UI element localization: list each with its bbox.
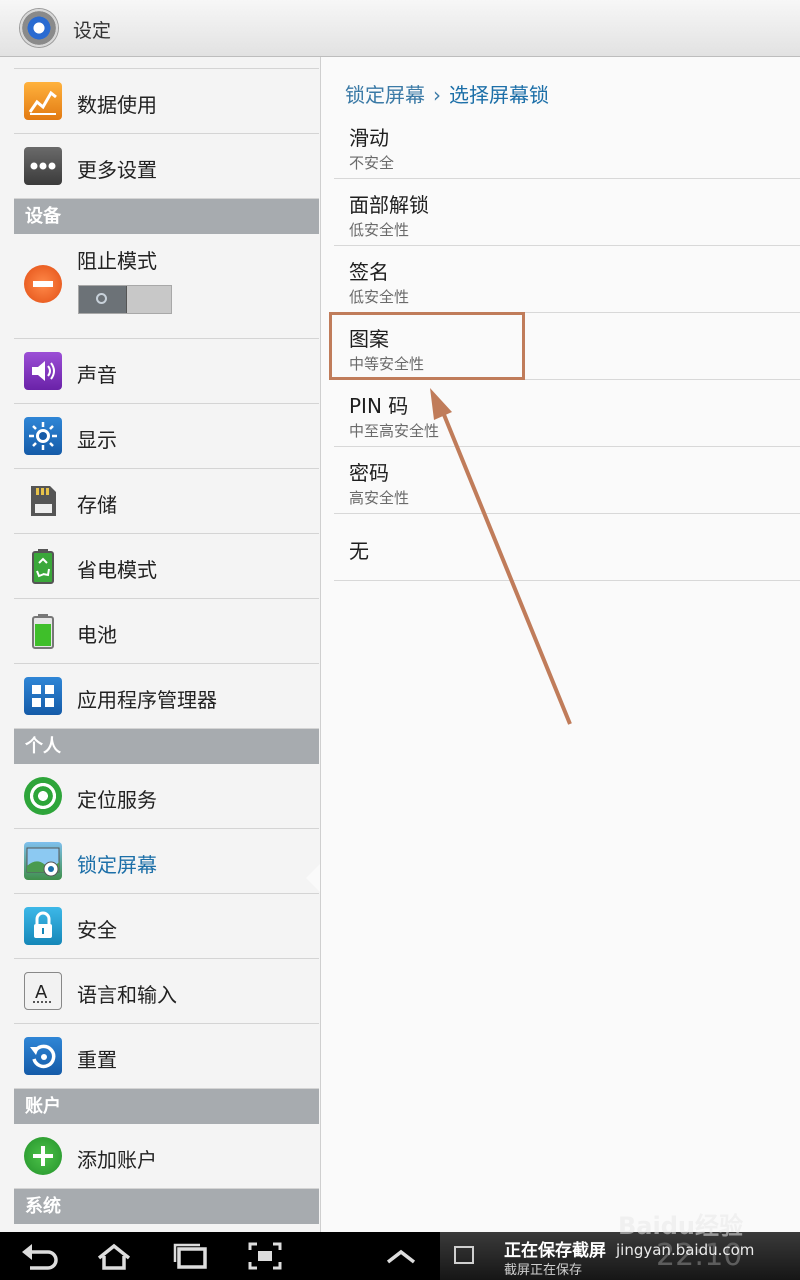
breadcrumb-separator: › (433, 83, 441, 107)
sidebar-item-label: 声音 (77, 363, 117, 387)
home-icon[interactable] (93, 1240, 135, 1272)
sound-icon (24, 352, 62, 390)
sidebar-item-lock-screen[interactable]: 锁定屏幕 (14, 829, 319, 894)
sidebar-item-app-manager[interactable]: 应用程序管理器 (14, 664, 319, 729)
sidebar-item-power-saving[interactable]: 省电模式 (14, 534, 319, 599)
option-subtitle: 低安全性 (349, 288, 410, 306)
option-title: 密码 (349, 461, 389, 485)
sidebar-item-location[interactable]: 定位服务 (14, 764, 319, 829)
detail-pane: 锁定屏幕 › 选择屏幕锁 滑动 不安全 面部解锁 低安全性 签名 低安全性 图案 中… (321, 57, 800, 1232)
breadcrumb-parent[interactable]: 锁定屏幕 (345, 83, 425, 107)
sidebar-item-sound[interactable]: 声音 (14, 339, 319, 404)
chevron-up-icon[interactable] (380, 1240, 422, 1272)
sidebar-item-label: 存储 (77, 493, 117, 517)
reset-icon (24, 1037, 62, 1075)
toggle-knob[interactable] (79, 286, 127, 313)
sidebar-item-display[interactable]: 显示 (14, 404, 319, 469)
more-settings-icon (24, 147, 62, 185)
sidebar-item-label: 语言和输入 (77, 983, 177, 1007)
battery-icon (24, 612, 62, 650)
settings-sidebar: 数据使用 更多设置 设备 阻止模式 声音 显示 存储 省电模式 电池 应用程序管… (0, 57, 321, 1232)
sidebar-item-block-mode[interactable]: 阻止模式 (14, 234, 319, 339)
sidebar-item-label: 应用程序管理器 (77, 688, 217, 712)
sidebar-item-label: 锁定屏幕 (77, 853, 157, 877)
sidebar-item-add-account[interactable]: 添加账户 (14, 1124, 319, 1189)
sidebar-item-label: 显示 (77, 428, 117, 452)
lock-option-face-unlock[interactable]: 面部解锁 低安全性 (334, 179, 800, 246)
divider (14, 57, 319, 69)
sidebar-item-label: 重置 (77, 1048, 117, 1072)
section-header-device: 设备 (14, 199, 319, 234)
notification-title: 正在保存截屏 (504, 1241, 606, 1261)
image-icon (454, 1246, 474, 1264)
sidebar-item-label: 省电模式 (77, 558, 157, 582)
sidebar-item-security[interactable]: 安全 (14, 894, 319, 959)
back-icon[interactable] (18, 1240, 60, 1272)
app-manager-icon (24, 677, 62, 715)
option-subtitle: 中至高安全性 (349, 422, 440, 440)
sidebar-item-battery[interactable]: 电池 (14, 599, 319, 664)
sidebar-item-data-usage[interactable]: 数据使用 (14, 69, 319, 134)
lock-option-password[interactable]: 密码 高安全性 (334, 447, 800, 514)
title-bar: 设定 (0, 0, 800, 57)
svg-text:A: A (35, 982, 48, 1003)
sidebar-item-label: 阻止模式 (77, 249, 157, 273)
annotation-highlight-box (329, 312, 525, 380)
power-saving-icon (24, 547, 62, 585)
settings-gear-icon[interactable] (20, 9, 58, 47)
lock-option-pin[interactable]: PIN 码 中至高安全性 (334, 380, 800, 447)
block-mode-toggle[interactable] (78, 285, 172, 314)
section-header-accounts: 账户 (14, 1089, 319, 1124)
lock-option-swipe[interactable]: 滑动 不安全 (334, 112, 800, 179)
breadcrumb-current: 选择屏幕锁 (449, 83, 549, 107)
sidebar-item-language[interactable]: A 语言和输入 (14, 959, 319, 1024)
lock-screen-icon (24, 842, 62, 880)
option-subtitle: 不安全 (349, 154, 395, 172)
app-title: 设定 (73, 20, 112, 42)
section-header-personal: 个人 (14, 729, 319, 764)
block-mode-icon (24, 265, 62, 303)
option-title: 滑动 (349, 126, 389, 150)
notification-subtitle: 截屏正在保存 (504, 1263, 583, 1278)
sidebar-item-storage[interactable]: 存储 (14, 469, 319, 534)
section-header-system: 系统 (14, 1189, 319, 1224)
screenshot-icon[interactable] (244, 1240, 286, 1272)
lock-option-none[interactable]: 无 (334, 514, 800, 581)
sidebar-item-more-settings[interactable]: 更多设置 (14, 134, 319, 199)
sidebar-item-label: 安全 (77, 918, 117, 942)
option-subtitle: 高安全性 (349, 489, 410, 507)
option-subtitle: 低安全性 (349, 221, 410, 239)
sidebar-item-label: 数据使用 (77, 93, 157, 117)
recent-apps-icon[interactable] (170, 1240, 212, 1272)
data-usage-icon (24, 82, 62, 120)
display-icon (24, 417, 62, 455)
sidebar-item-reset[interactable]: 重置 (14, 1024, 319, 1089)
sidebar-item-label: 更多设置 (77, 158, 157, 182)
option-title: PIN 码 (349, 394, 409, 418)
watermark-url: jingyan.baidu.com (616, 1241, 755, 1259)
lock-option-signature[interactable]: 签名 低安全性 (334, 246, 800, 313)
language-icon: A (24, 972, 62, 1010)
option-title: 面部解锁 (349, 193, 429, 217)
option-title: 签名 (349, 260, 389, 284)
sidebar-item-label: 定位服务 (77, 788, 157, 812)
selection-pointer (306, 864, 320, 892)
option-title: 无 (349, 539, 369, 563)
sidebar-item-label: 添加账户 (77, 1148, 157, 1172)
watermark-brand: Baidu经验 (618, 1212, 743, 1240)
add-account-icon (24, 1137, 62, 1175)
breadcrumb: 锁定屏幕 › 选择屏幕锁 (345, 79, 549, 108)
security-icon (24, 907, 62, 945)
location-icon (24, 777, 62, 815)
storage-icon (24, 482, 62, 520)
sidebar-item-label: 电池 (77, 623, 117, 647)
